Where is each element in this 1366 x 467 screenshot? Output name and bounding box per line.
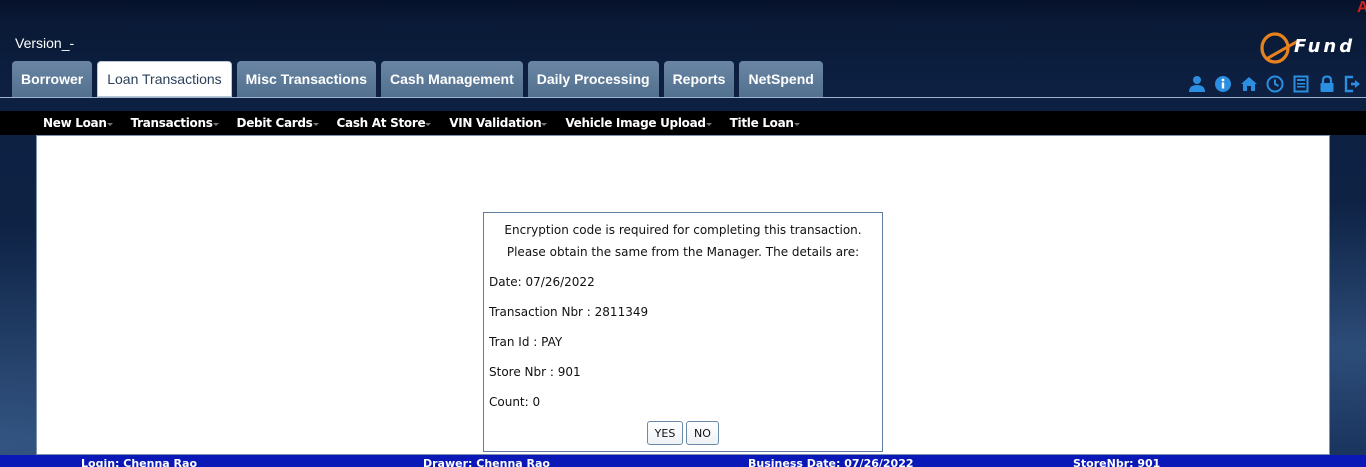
caret-down-icon xyxy=(212,123,219,126)
sub-menu-bar: New Loan Transactions Debit Cards Cash A… xyxy=(0,111,1366,135)
tab-daily-processing[interactable]: Daily Processing xyxy=(527,61,659,97)
menu-vin-validation[interactable]: VIN Validation xyxy=(449,116,548,130)
info-icon[interactable] xyxy=(1214,75,1232,93)
tab-loan-transactions[interactable]: Loan Transactions xyxy=(97,61,232,97)
tab-borrower[interactable]: Borrower xyxy=(12,61,93,97)
caret-down-icon xyxy=(705,123,712,126)
lock-icon[interactable] xyxy=(1318,75,1336,93)
yes-button[interactable]: YES xyxy=(647,421,683,445)
clock-icon[interactable] xyxy=(1266,75,1284,93)
header-toolbar xyxy=(1188,75,1362,93)
tab-cash-management[interactable]: Cash Management xyxy=(381,61,523,97)
caret-down-icon xyxy=(793,123,800,126)
caret-down-icon xyxy=(425,123,432,126)
menu-transactions[interactable]: Transactions xyxy=(131,116,219,130)
menu-title-loan[interactable]: Title Loan xyxy=(730,116,800,130)
menu-label: Debit Cards xyxy=(236,116,313,130)
menu-label: New Loan xyxy=(43,116,107,130)
menu-label: Transactions xyxy=(130,116,213,130)
version-label: Version_- xyxy=(15,35,75,51)
caret-down-icon xyxy=(312,123,319,126)
menu-label: Vehicle Image Upload xyxy=(565,116,706,130)
no-button[interactable]: NO xyxy=(686,421,719,445)
status-footer: Login: Chenna Rao Drawer: Chenna Rao Bus… xyxy=(0,455,1366,467)
dialog-store-nbr: Store Nbr : 901 xyxy=(489,365,581,379)
tab-reports[interactable]: Reports xyxy=(663,61,735,97)
corner-mark: A xyxy=(1357,0,1366,16)
menu-new-loan[interactable]: New Loan xyxy=(43,116,113,130)
menu-cash-at-store[interactable]: Cash At Store xyxy=(337,116,432,130)
tab-misc-transactions[interactable]: Misc Transactions xyxy=(236,61,377,97)
logo-text: Fund xyxy=(1294,36,1355,57)
caret-down-icon xyxy=(106,123,113,126)
dialog-tran-id: Tran Id : PAY xyxy=(489,335,563,349)
dialog-message-line1: Encryption code is required for completi… xyxy=(504,223,862,237)
menu-label: Cash At Store xyxy=(336,116,426,130)
dialog-date: Date: 07/26/2022 xyxy=(489,275,595,289)
menu-label: VIN Validation xyxy=(449,116,542,130)
menu-vehicle-image-upload[interactable]: Vehicle Image Upload xyxy=(565,116,712,130)
sub-menu: New Loan Transactions Debit Cards Cash A… xyxy=(43,111,800,135)
home-icon[interactable] xyxy=(1240,75,1258,93)
logout-icon[interactable] xyxy=(1344,75,1362,93)
footer-store: StoreNbr: 901 xyxy=(1073,457,1161,467)
menu-debit-cards[interactable]: Debit Cards xyxy=(237,116,319,130)
header-divider xyxy=(0,97,1366,98)
encryption-dialog: Encryption code is required for completi… xyxy=(483,212,883,452)
tab-netspend[interactable]: NetSpend xyxy=(739,61,823,97)
menu-label: Title Loan xyxy=(729,116,794,130)
footer-login: Login: Chenna Rao xyxy=(81,457,197,467)
main-tabs: Borrower Loan Transactions Misc Transact… xyxy=(12,61,823,97)
footer-drawer: Drawer: Chenna Rao xyxy=(423,457,550,467)
dialog-count: Count: 0 xyxy=(489,395,541,409)
calculator-icon[interactable] xyxy=(1292,75,1310,93)
footer-business-date: Business Date: 07/26/2022 xyxy=(748,457,914,467)
caret-down-icon xyxy=(541,123,548,126)
dialog-message-line2: Please obtain the same from the Manager.… xyxy=(506,245,860,259)
qfund-logo: Fund xyxy=(1260,32,1355,64)
top-strip xyxy=(0,0,1366,30)
user-icon[interactable] xyxy=(1188,75,1206,93)
dialog-transaction-nbr: Transaction Nbr : 2811349 xyxy=(489,305,649,319)
